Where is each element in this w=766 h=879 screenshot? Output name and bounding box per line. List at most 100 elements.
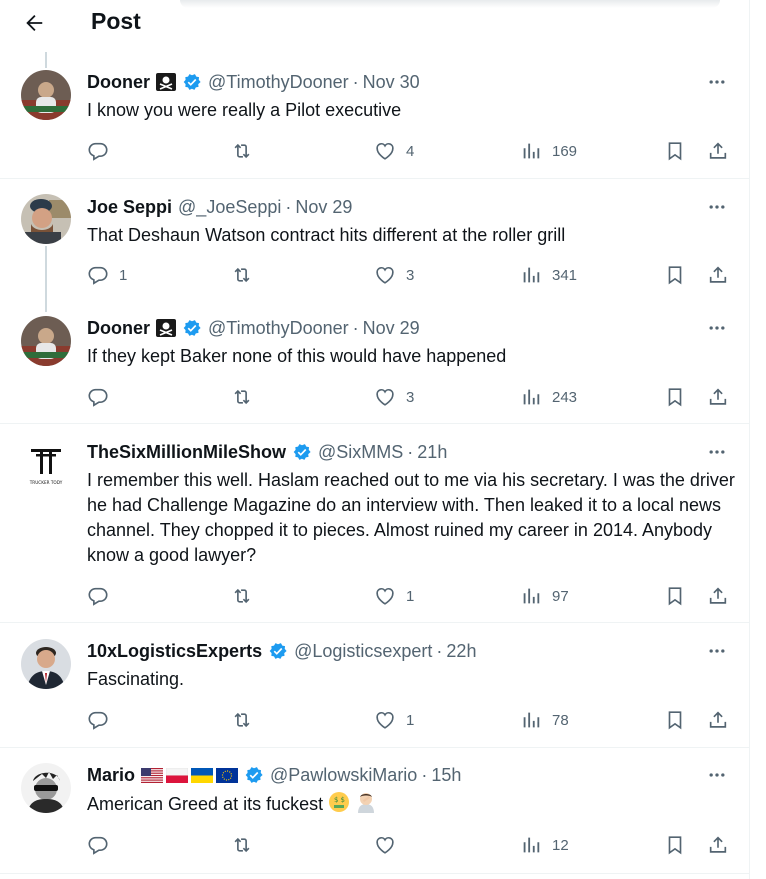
more-button[interactable] (706, 641, 728, 661)
share-button[interactable] (707, 139, 729, 163)
reply-button[interactable]: 1 (87, 263, 127, 287)
handle[interactable]: @TimothyDooner (208, 72, 349, 93)
more-icon (709, 450, 725, 454)
avatar[interactable] (21, 639, 71, 689)
bookmark-button[interactable] (664, 833, 686, 857)
bookmark-button[interactable] (664, 385, 686, 409)
timestamp[interactable]: Nov 30 (363, 72, 420, 93)
views-button[interactable]: 169 (520, 139, 577, 163)
like-icon (376, 837, 394, 854)
like-button[interactable]: 3 (374, 263, 414, 287)
avatar[interactable] (21, 70, 71, 120)
retweet-button[interactable] (231, 833, 263, 857)
like-button[interactable]: 3 (374, 385, 414, 409)
verified-badge-icon[interactable] (268, 641, 288, 661)
share-button[interactable] (707, 833, 729, 857)
man-facepalming-emoji (358, 793, 375, 813)
retweet-button[interactable] (231, 584, 263, 608)
display-name[interactable]: Mario (87, 765, 135, 786)
retweet-button[interactable] (231, 139, 263, 163)
handle[interactable]: @SixMMS (318, 442, 403, 463)
tweet-text: American Greed at its fuckest $ $ (87, 791, 737, 817)
handle[interactable]: @PawlowskiMario (270, 765, 417, 786)
handle[interactable]: @_JoeSeppi (178, 197, 281, 218)
handle[interactable]: @TimothyDooner (208, 318, 349, 339)
tweet-header: TheSixMillionMileShow @SixMMS · 21h (87, 441, 448, 463)
timestamp[interactable]: Nov 29 (363, 318, 420, 339)
verified-badge-icon[interactable] (244, 765, 264, 785)
reply-button[interactable] (87, 385, 119, 409)
share-button[interactable] (707, 263, 729, 287)
display-name[interactable]: Dooner (87, 318, 150, 339)
views-button[interactable]: 78 (520, 708, 569, 732)
like-icon (376, 588, 394, 605)
tweet-text: Fascinating. (87, 669, 185, 689)
retweet-button[interactable] (231, 708, 263, 732)
timestamp[interactable]: Nov 29 (295, 197, 352, 218)
verified-badge-icon[interactable] (182, 72, 202, 92)
display-name[interactable]: 10xLogisticsExperts (87, 641, 262, 662)
views-button[interactable]: 12 (520, 833, 569, 857)
tweet-header: Dooner @TimothyDooner · Nov 30 (87, 71, 420, 93)
reply-button[interactable] (87, 833, 119, 857)
bookmark-button[interactable] (664, 263, 686, 287)
share-button[interactable] (707, 708, 729, 732)
retweet-icon (234, 588, 250, 604)
avatar[interactable] (21, 194, 71, 244)
views-button[interactable]: 341 (520, 263, 577, 287)
tweet[interactable]: Joe Seppi @_JoeSeppi · Nov 29 That Desha… (0, 180, 750, 302)
more-icon (709, 649, 725, 653)
bookmark-button[interactable] (664, 139, 686, 163)
bookmark-icon (668, 388, 682, 407)
more-button[interactable] (706, 442, 728, 462)
tweet[interactable]: Dooner @TimothyDooner · Nov 30 I know yo… (0, 55, 750, 179)
share-icon (709, 388, 727, 405)
tweet[interactable]: TRUCKER TODY TheSixMillionMileShow @SixM… (0, 425, 750, 623)
verified-badge-icon[interactable] (292, 442, 312, 462)
more-button[interactable] (706, 318, 728, 338)
verified-badge-icon[interactable] (182, 318, 202, 338)
timestamp[interactable]: 22h (446, 641, 476, 662)
reply-icon (88, 266, 108, 285)
more-icon (709, 205, 725, 209)
back-button[interactable] (20, 9, 48, 37)
more-button[interactable] (706, 197, 728, 217)
pirate-flag-icon (156, 319, 176, 337)
tweet[interactable]: Mario @PawlowskiMario · 15h American Gre… (0, 749, 750, 874)
timestamp[interactable]: 15h (431, 765, 461, 786)
more-button[interactable] (706, 72, 728, 92)
share-icon (709, 711, 727, 728)
like-button[interactable]: 1 (374, 584, 414, 608)
pirate-flag-icon (156, 73, 176, 91)
like-button[interactable] (374, 833, 406, 857)
like-button[interactable]: 4 (374, 139, 414, 163)
avatar[interactable] (21, 316, 71, 366)
share-button[interactable] (707, 385, 729, 409)
retweet-button[interactable] (231, 263, 263, 287)
like-icon (376, 712, 394, 729)
avatar[interactable]: TRUCKER TODY (21, 440, 71, 490)
reply-button[interactable] (87, 139, 119, 163)
reply-icon (88, 711, 108, 730)
bookmark-button[interactable] (664, 584, 686, 608)
tweet[interactable]: Dooner @TimothyDooner · Nov 29 If they k… (0, 302, 750, 424)
display-name[interactable]: Joe Seppi (87, 197, 172, 218)
handle[interactable]: @Logisticsexpert (294, 641, 432, 662)
tweet[interactable]: 10xLogisticsExperts @Logisticsexpert · 2… (0, 624, 750, 748)
back-arrow-icon (26, 15, 43, 31)
views-button[interactable]: 97 (520, 584, 569, 608)
action-bar: 12 (87, 833, 737, 857)
bookmark-button[interactable] (664, 708, 686, 732)
share-button[interactable] (707, 584, 729, 608)
reply-button[interactable] (87, 584, 119, 608)
like-button[interactable]: 1 (374, 708, 414, 732)
views-button[interactable]: 243 (520, 385, 577, 409)
display-name[interactable]: Dooner (87, 72, 150, 93)
display-name[interactable]: TheSixMillionMileShow (87, 442, 286, 463)
more-button[interactable] (706, 765, 728, 785)
retweet-button[interactable] (231, 385, 263, 409)
timestamp[interactable]: 21h (417, 442, 447, 463)
reply-button[interactable] (87, 708, 119, 732)
bookmark-icon (668, 142, 682, 161)
avatar[interactable] (21, 763, 71, 813)
